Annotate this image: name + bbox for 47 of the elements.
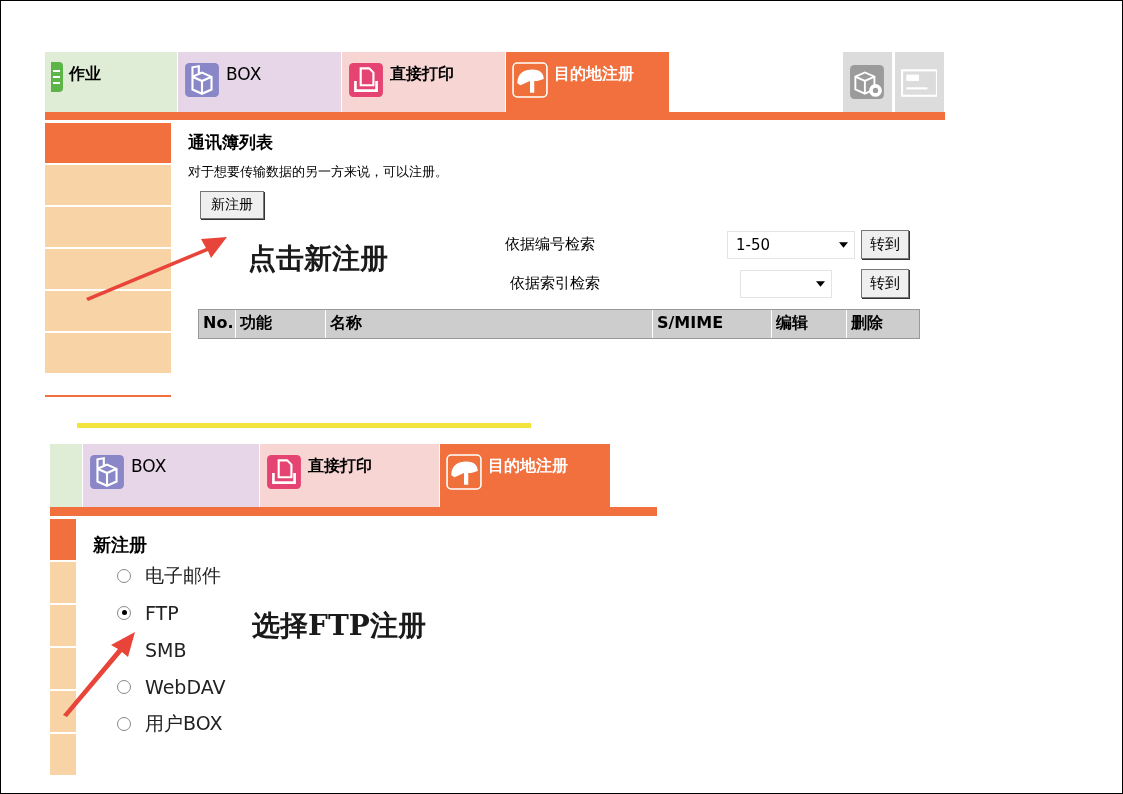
column-header: 名称 bbox=[326, 310, 653, 338]
column-header: 功能 bbox=[236, 310, 326, 338]
go-button[interactable]: 转到 bbox=[861, 230, 909, 259]
tab[interactable]: 作业 bbox=[45, 52, 178, 112]
option-label: WebDAV bbox=[145, 675, 226, 698]
cube-gear-icon[interactable] bbox=[849, 64, 885, 100]
printer-icon bbox=[348, 62, 384, 98]
radio-button[interactable] bbox=[117, 568, 131, 583]
go-button[interactable]: 转到 bbox=[861, 269, 909, 298]
radio-button[interactable] bbox=[117, 716, 131, 731]
search-label: 依据编号检索 bbox=[505, 235, 596, 254]
column-header: No. bbox=[199, 310, 236, 338]
sidebar-item[interactable] bbox=[45, 249, 171, 289]
dropdown[interactable] bbox=[740, 269, 832, 298]
cube-icon bbox=[89, 454, 125, 490]
option-label: SMB bbox=[145, 638, 187, 661]
mailbox-icon bbox=[446, 454, 482, 490]
dropdown[interactable]: 1-50 bbox=[727, 230, 855, 259]
tab[interactable]: BOX bbox=[83, 444, 260, 507]
tab[interactable] bbox=[843, 52, 893, 112]
description-text: 对于想要传输数据的另一方来说，可以注册。 bbox=[188, 163, 449, 181]
mailbox-icon bbox=[512, 62, 548, 98]
option-label: FTP bbox=[145, 601, 179, 624]
search-label: 依据索引检索 bbox=[510, 274, 601, 293]
tab[interactable] bbox=[895, 52, 945, 112]
caret-icon bbox=[839, 241, 848, 248]
option-label: 用户BOX bbox=[145, 710, 223, 736]
page-heading: 新注册 bbox=[93, 533, 148, 557]
document-icon bbox=[51, 62, 63, 92]
page-heading: 通讯簿列表 bbox=[188, 131, 274, 154]
option-label: 电子邮件 bbox=[145, 562, 221, 588]
radio-button[interactable] bbox=[117, 605, 131, 620]
radio-button[interactable] bbox=[117, 679, 131, 694]
column-header: 删除 bbox=[850, 312, 884, 334]
annotation-text: 点击新注册 bbox=[248, 241, 388, 277]
tab[interactable]: 直接打印 bbox=[342, 52, 506, 112]
printer-icon bbox=[266, 454, 302, 490]
tab[interactable]: BOX bbox=[178, 52, 342, 112]
sidebar-item[interactable] bbox=[50, 691, 76, 732]
column-header: S/MIME bbox=[653, 310, 772, 338]
annotation-text: 选择FTP注册 bbox=[252, 608, 426, 644]
cube-icon bbox=[184, 62, 220, 98]
tab[interactable] bbox=[50, 444, 83, 507]
caret-icon bbox=[816, 280, 825, 287]
tab[interactable]: 直接打印 bbox=[260, 444, 440, 507]
column-header: 编辑 bbox=[772, 310, 847, 338]
new-register-button[interactable]: 新注册 bbox=[200, 191, 264, 219]
